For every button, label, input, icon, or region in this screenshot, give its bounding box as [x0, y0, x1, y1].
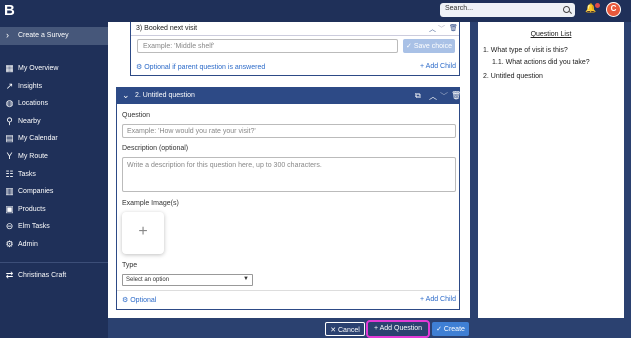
choice-header: 3) Booked next visit ︿ ﹀ 🗑 [131, 22, 459, 36]
sidebar-item-label: My Overview [18, 65, 59, 72]
sidebar-item-my-calendar[interactable]: ▤ My Calendar [0, 132, 108, 146]
sidebar-item-products[interactable]: ▣ Products [0, 203, 108, 217]
trash-icon[interactable]: 🗑 [451, 91, 461, 100]
add-child-label: Add Child [425, 296, 457, 303]
create-button[interactable]: ✓ Create [432, 322, 469, 336]
sidebar-item-my-route[interactable]: Y My Route [0, 150, 108, 164]
sidebar-item-nearby[interactable]: ⚲ Nearby [0, 115, 108, 129]
workspace-name: Christinas Craft [18, 272, 67, 279]
save-choice-label: Save choice [413, 43, 452, 50]
route-icon: Y [6, 151, 13, 161]
search-input[interactable]: Search... [440, 3, 575, 17]
description-field[interactable]: Write a description for this question he… [122, 157, 456, 192]
search-placeholder: Search... [445, 5, 474, 12]
add-child-label: Add Child [425, 63, 457, 70]
add-image-button[interactable]: + [122, 212, 164, 254]
sidebar: › Create a Survey ▦ My Overview ↗ Insights… [0, 22, 108, 338]
sidebar-item-label: My Calendar [18, 135, 58, 142]
question-input[interactable]: Example: 'How would you rate your visit?… [122, 124, 456, 138]
sidebar-item-locations[interactable]: ◍ Locations [0, 97, 108, 111]
sidebar-item-workspace[interactable]: ⇄ Christinas Craft [0, 269, 108, 283]
question-list-item[interactable]: 1. What type of visit is this? [483, 47, 568, 54]
choice-card: 3) Booked next visit ︿ ﹀ 🗑 Example: 'Mid… [130, 22, 460, 76]
sidebar-divider [0, 262, 108, 263]
sidebar-item-my-overview[interactable]: ▦ My Overview [0, 62, 108, 76]
app-logo[interactable]: B [4, 2, 15, 19]
add-question-button[interactable]: + Add Question [366, 320, 430, 338]
survey-editor: 3) Booked next visit ︿ ﹀ 🗑 Example: 'Mid… [108, 22, 470, 318]
sidebar-item-label: Companies [18, 188, 54, 195]
move-down-icon[interactable]: ﹀ [438, 24, 445, 34]
sidebar-item-admin[interactable]: ⚙ Admin [0, 238, 108, 252]
question-list-item[interactable]: 2. Untitled question [483, 73, 543, 80]
sidebar-item-tasks[interactable]: ☷ Tasks [0, 168, 108, 182]
sidebar-item-create-survey[interactable]: › Create a Survey [0, 27, 108, 45]
create-label: Create [443, 326, 465, 333]
question-list-title: Question List [530, 31, 572, 38]
product-icon: ▣ [5, 204, 14, 214]
question-label: Question [122, 112, 151, 119]
grid-icon: ▦ [5, 63, 14, 73]
swap-icon: ⇄ [5, 270, 14, 280]
chevron-right-icon: › [6, 30, 9, 40]
cancel-button[interactable]: ✕ Cancel [325, 322, 365, 336]
sidebar-item-elm-tasks[interactable]: ⊖ Elm Tasks [0, 220, 108, 234]
choice-title: 3) Booked next visit [136, 25, 198, 32]
choice-input[interactable]: Example: 'Middle shelf' [137, 39, 398, 53]
add-child-button[interactable]: + Add Child [420, 63, 456, 70]
cancel-label: Cancel [338, 327, 360, 334]
trend-icon: ↗ [5, 81, 14, 91]
minus-circle-icon: ⊖ [5, 221, 14, 231]
description-label: Description (optional) [122, 145, 189, 152]
move-up-icon[interactable]: ︿ [429, 91, 437, 102]
question-optional-label: Optional [130, 297, 157, 304]
sidebar-item-companies[interactable]: ▥ Companies [0, 185, 108, 199]
calendar-icon: ▤ [5, 133, 14, 143]
move-down-icon[interactable]: ﹀ [440, 91, 448, 102]
sidebar-item-label: Admin [18, 241, 38, 248]
chevron-down-icon[interactable]: ⌄ [122, 90, 130, 101]
pin-icon: ⚲ [6, 116, 13, 126]
search-icon[interactable] [563, 6, 570, 13]
save-choice-button[interactable]: ✓ Save choice [403, 39, 455, 53]
question-card: ⌄ 2. Untitled question ⧉ ︿ ﹀ 🗑 Question … [116, 87, 461, 310]
dropdown-arrow-icon: ▼ [243, 276, 249, 282]
avatar[interactable]: C [606, 2, 621, 17]
add-question-label: Add Question [379, 325, 423, 332]
type-selected-value: Select an option [126, 277, 170, 283]
globe-icon: ◍ [5, 98, 14, 108]
trash-icon[interactable]: 🗑 [449, 24, 458, 32]
sidebar-item-label: Products [18, 206, 46, 213]
add-child-button[interactable]: + Add Child [420, 296, 456, 303]
sidebar-item-label: Locations [18, 100, 48, 107]
sidebar-item-insights[interactable]: ↗ Insights [0, 80, 108, 94]
question-list-panel: Question List 1. What type of visit is t… [478, 22, 624, 318]
building-icon: ▥ [5, 186, 14, 196]
copy-icon[interactable]: ⧉ [415, 91, 421, 101]
sidebar-item-label: Tasks [18, 171, 36, 178]
sidebar-item-label: Nearby [18, 118, 41, 125]
choice-optional-toggle[interactable]: ⚙ Optional if parent question is answere… [136, 63, 265, 71]
sidebar-item-label: My Route [18, 153, 48, 160]
gear-icon: ⚙ [5, 239, 14, 249]
sidebar-item-label: Insights [18, 83, 43, 90]
image-label: Example Image(s) [122, 200, 179, 207]
question-list-item[interactable]: 1.1. What actions did you take? [492, 59, 590, 66]
tasks-icon: ☷ [5, 169, 14, 179]
sidebar-item-label: Create a Survey [18, 32, 69, 39]
type-label: Type [122, 262, 138, 269]
question-title: 2. Untitled question [135, 92, 195, 99]
question-optional-toggle[interactable]: ⚙ Optional [122, 296, 156, 304]
top-bar: B Search... C [0, 0, 631, 22]
choice-optional-label: Optional if parent question is answered [144, 64, 266, 71]
question-header[interactable]: ⌄ 2. Untitled question ⧉ ︿ ﹀ 🗑 [117, 88, 461, 104]
move-up-icon[interactable]: ︿ [429, 24, 436, 34]
notification-dot [595, 3, 600, 8]
sidebar-item-label: Elm Tasks [18, 223, 50, 230]
type-select[interactable]: Select an option ▼ [122, 274, 253, 286]
plus-icon: + [138, 223, 148, 240]
card-divider [117, 290, 459, 291]
